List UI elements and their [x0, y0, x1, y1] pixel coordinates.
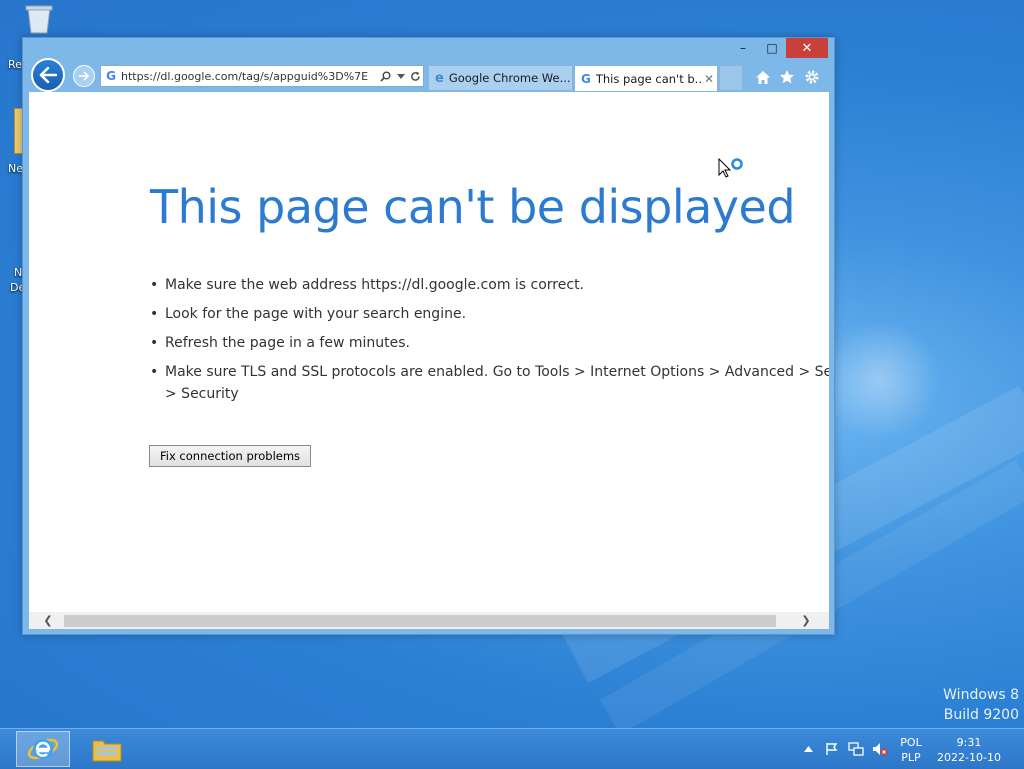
- gear-icon[interactable]: [801, 67, 823, 87]
- forward-button[interactable]: [73, 65, 95, 87]
- back-arrow-icon: [39, 67, 57, 83]
- suggestion-item: Make sure TLS and SSL protocols are enab…: [150, 361, 829, 405]
- recycle-bin-icon[interactable]: [22, 4, 56, 34]
- language-code: POL: [900, 736, 922, 749]
- address-bar[interactable]: G https://dl.google.com/tag/s/appguid%3D…: [100, 65, 424, 87]
- scroll-left-icon[interactable]: ❮: [39, 612, 57, 629]
- tab-google-chrome[interactable]: e Google Chrome We...: [428, 65, 573, 91]
- ie-icon: [27, 738, 59, 760]
- error-suggestions: Make sure the web address https://dl.goo…: [150, 274, 829, 405]
- clock-time: 9:31: [956, 736, 982, 749]
- home-icon[interactable]: [752, 67, 774, 87]
- os-build: Build 9200: [943, 707, 1019, 723]
- error-title: This page can't be displayed: [150, 180, 796, 234]
- minimize-button[interactable]: –: [730, 38, 756, 58]
- back-button[interactable]: [31, 58, 65, 92]
- page-content: This page can't be displayed Make sure t…: [29, 92, 829, 612]
- volume-muted-icon[interactable]: [872, 741, 888, 757]
- browser-window: – □ ✕ G https://dl.google.com/tag/s/appg…: [22, 37, 835, 635]
- refresh-icon[interactable]: [408, 67, 423, 85]
- taskbar: POL PLP 9:31 2022-10-10: [0, 728, 1024, 769]
- taskbar-internet-explorer[interactable]: [16, 731, 70, 767]
- suggestion-item: Make sure the web address https://dl.goo…: [150, 274, 829, 296]
- horizontal-scrollbar[interactable]: ❮ ❯: [29, 612, 829, 629]
- network-icon[interactable]: [848, 741, 864, 757]
- maximize-button[interactable]: □: [759, 38, 785, 58]
- keyboard-layout: PLP: [901, 751, 921, 764]
- system-tray: [800, 729, 888, 769]
- clock-date: 2022-10-10: [937, 751, 1001, 764]
- show-hidden-icons-icon[interactable]: [800, 741, 816, 757]
- input-language-indicator[interactable]: POL PLP: [893, 735, 929, 765]
- folder-icon: [92, 740, 122, 762]
- tab-error-page[interactable]: G This page can't b... ✕: [574, 65, 718, 91]
- fix-connection-button[interactable]: Fix connection problems: [149, 445, 312, 467]
- ie-icon: e: [435, 70, 444, 86]
- os-watermark: Windows 8 Build 9200: [943, 685, 1019, 725]
- search-icon[interactable]: [378, 67, 393, 85]
- forward-arrow-icon: [79, 71, 90, 81]
- address-url[interactable]: https://dl.google.com/tag/s/appguid%3D%7…: [121, 70, 378, 83]
- scrollbar-thumb[interactable]: [64, 615, 776, 627]
- tab-label: Google Chrome We...: [448, 71, 571, 85]
- action-center-flag-icon[interactable]: [824, 741, 840, 757]
- taskbar-file-explorer[interactable]: [80, 731, 134, 767]
- busy-cursor-icon: [718, 157, 744, 188]
- clock[interactable]: 9:31 2022-10-10: [930, 735, 1008, 765]
- close-button[interactable]: ✕: [786, 38, 828, 58]
- suggestion-text-continued: > Security: [165, 386, 239, 402]
- favorites-star-icon[interactable]: [776, 67, 798, 87]
- google-icon: G: [106, 69, 116, 83]
- os-name: Windows 8: [943, 687, 1019, 703]
- scroll-right-icon[interactable]: ❯: [797, 612, 815, 629]
- suggestion-item: Look for the page with your search engin…: [150, 303, 829, 325]
- new-tab-button[interactable]: [719, 65, 743, 91]
- chevron-down-icon[interactable]: [393, 67, 408, 85]
- suggestion-item: Refresh the page in a few minutes.: [150, 332, 829, 354]
- tab-close-icon[interactable]: ✕: [701, 72, 717, 86]
- wallpaper-glow: [820, 320, 940, 440]
- google-icon: G: [581, 71, 591, 86]
- tab-label: This page can't b...: [595, 71, 701, 86]
- suggestion-text: Make sure TLS and SSL protocols are enab…: [165, 364, 829, 380]
